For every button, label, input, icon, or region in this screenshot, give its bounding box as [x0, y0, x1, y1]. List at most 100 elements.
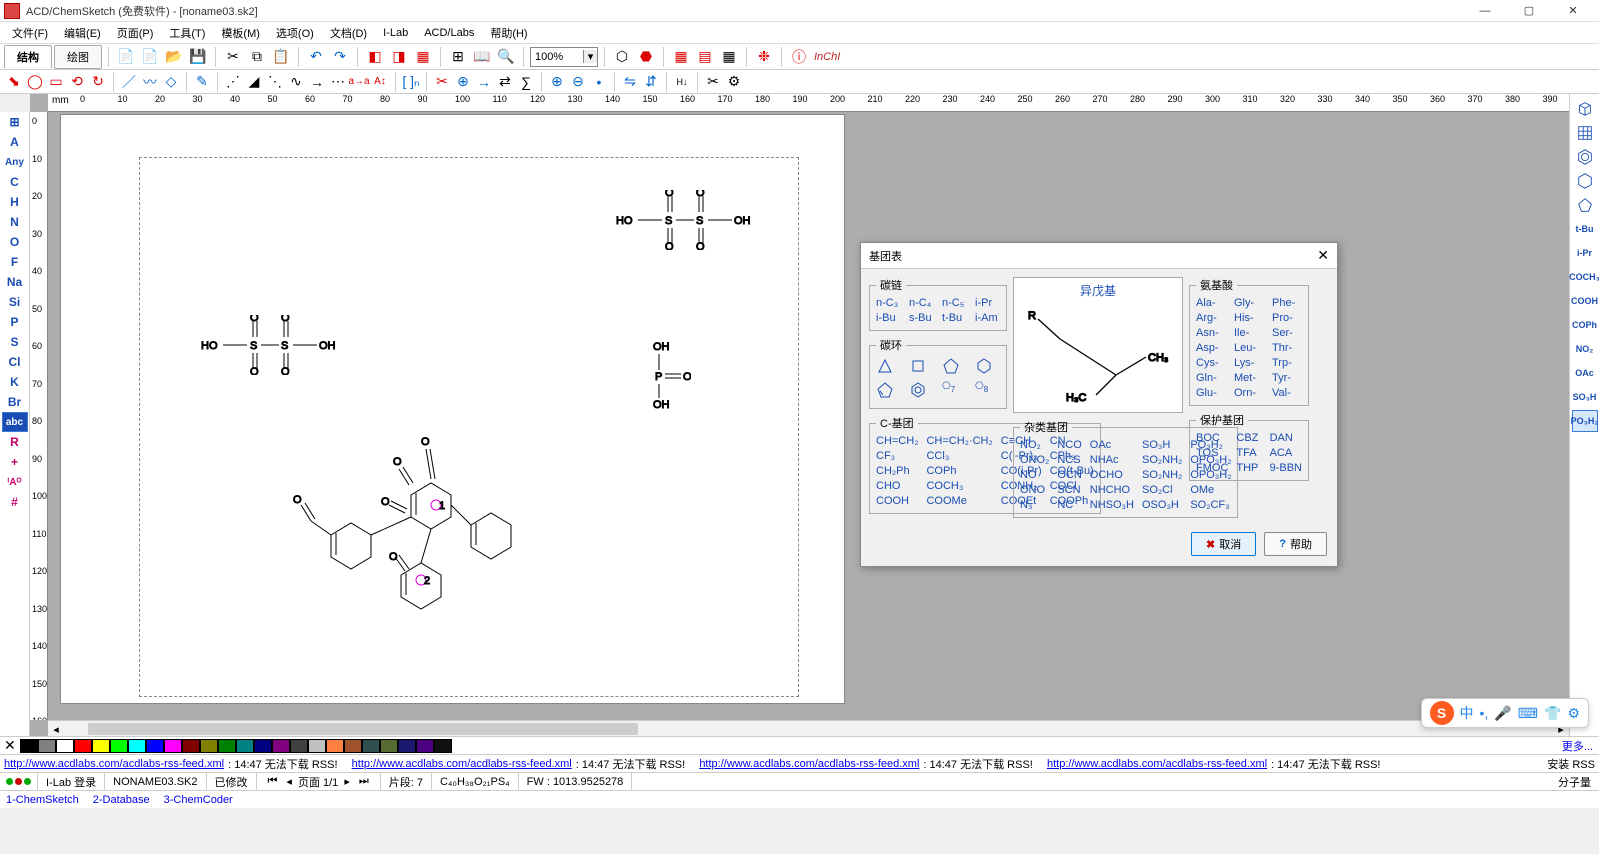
- zoom-dropdown-icon[interactable]: ▾: [583, 50, 597, 63]
- clean-icon[interactable]: ✂: [703, 72, 723, 92]
- bond-icon[interactable]: ／: [119, 72, 139, 92]
- template-coph[interactable]: COPh: [1572, 314, 1598, 336]
- color-swatch-1[interactable]: [38, 739, 56, 753]
- radical-table-icon[interactable]: ▤: [694, 46, 716, 68]
- color-swatch-6[interactable]: [128, 739, 146, 753]
- ime-bar[interactable]: S 中 •, 🎤 ⌨ 👕 ⚙: [1421, 698, 1589, 728]
- radical-icon[interactable]: •: [589, 72, 609, 92]
- palette-any[interactable]: Any: [2, 152, 28, 172]
- new-page-icon[interactable]: 📄: [139, 46, 161, 68]
- wedge-down-icon[interactable]: ⋱: [265, 72, 285, 92]
- amino-19[interactable]: Orn-: [1234, 387, 1264, 399]
- amino-5[interactable]: Pro-: [1272, 312, 1302, 324]
- scroll-thumb[interactable]: [88, 723, 638, 735]
- misc-13[interactable]: SO₂NH₂: [1142, 469, 1182, 481]
- amino-8[interactable]: Ser-: [1272, 327, 1302, 339]
- amino-12[interactable]: Cys-: [1196, 357, 1226, 369]
- chain-ibu[interactable]: i-Bu: [876, 312, 901, 324]
- misc-15[interactable]: ONO: [1020, 484, 1049, 496]
- wavy-bond-icon[interactable]: ∿: [286, 72, 306, 92]
- ring-square-icon[interactable]: [909, 357, 934, 378]
- template-cyclohexane-icon[interactable]: [1572, 170, 1598, 192]
- cgroup-9[interactable]: COPh: [926, 465, 992, 477]
- open-icon[interactable]: 📂: [163, 46, 185, 68]
- misc-20[interactable]: N₃: [1020, 499, 1049, 511]
- charge-minus-icon[interactable]: ⊖: [568, 72, 588, 92]
- calc-icon[interactable]: ∑: [516, 72, 536, 92]
- palette-h[interactable]: H: [2, 192, 28, 212]
- add-h-icon[interactable]: H↓: [672, 72, 692, 92]
- template-cooh[interactable]: COOH: [1572, 290, 1598, 312]
- ring-cyclopentadiene-icon[interactable]: [876, 381, 901, 402]
- color-swatch-21[interactable]: [398, 739, 416, 753]
- palette-si[interactable]: Si: [2, 292, 28, 312]
- protect-0[interactable]: BOC: [1196, 432, 1228, 444]
- misc-1[interactable]: NCO: [1057, 439, 1081, 451]
- misc-18[interactable]: SO₂Cl: [1142, 484, 1182, 496]
- amino-10[interactable]: Leu-: [1234, 342, 1264, 354]
- template-coch3[interactable]: COCH₃: [1572, 266, 1598, 288]
- scroll-left-icon[interactable]: ◂: [48, 721, 64, 736]
- menu-tools[interactable]: 工具(T): [161, 23, 213, 43]
- app-chemsketch[interactable]: 1-ChemSketch: [6, 794, 79, 806]
- reaction-plus-icon[interactable]: ⊕: [453, 72, 473, 92]
- misc-6[interactable]: NCS: [1057, 454, 1081, 466]
- delete-icon[interactable]: ◨: [388, 46, 410, 68]
- amino-17[interactable]: Tyr-: [1272, 372, 1302, 384]
- bracket-icon[interactable]: [ ]ₙ: [401, 72, 421, 92]
- zoom-input[interactable]: [531, 51, 583, 63]
- structure-polyaromatic[interactable]: O 1 2 O O O O: [271, 405, 541, 625]
- template-no2[interactable]: NO₂: [1572, 338, 1598, 360]
- amino-0[interactable]: Ala-: [1196, 297, 1226, 309]
- misc-8[interactable]: SO₂NH₂: [1142, 454, 1182, 466]
- atom-label-icon[interactable]: A↕: [370, 72, 390, 92]
- ring-pentagon-icon[interactable]: [942, 357, 967, 378]
- misc-5[interactable]: ONO₂: [1020, 454, 1049, 466]
- palette-c[interactable]: C: [2, 172, 28, 192]
- palette-periodic[interactable]: ⊞: [2, 112, 28, 132]
- antialiasing-icon[interactable]: ❉: [753, 46, 775, 68]
- template-po3h2[interactable]: PO₃H₂: [1572, 410, 1598, 432]
- page-last-icon[interactable]: ⏭: [356, 775, 372, 788]
- rotate3d-icon[interactable]: ⟲: [67, 72, 87, 92]
- template-benzene-icon[interactable]: [1572, 146, 1598, 168]
- color-swatch-5[interactable]: [110, 739, 128, 753]
- protect-8[interactable]: 9-BBN: [1270, 462, 1302, 474]
- ime-toolbox-icon[interactable]: ⚙: [1567, 705, 1580, 722]
- more-colors-link[interactable]: 更多...: [1562, 738, 1593, 754]
- misc-10[interactable]: NO: [1020, 469, 1049, 481]
- cgroup-0[interactable]: CH=CH₂: [876, 435, 918, 447]
- chain-sbu[interactable]: s-Bu: [909, 312, 934, 324]
- amino-1[interactable]: Gly-: [1234, 297, 1264, 309]
- cgroup-13[interactable]: COCH₃: [926, 480, 992, 492]
- dashed-bond-icon[interactable]: ⋰: [223, 72, 243, 92]
- protect-3[interactable]: TOS: [1196, 447, 1228, 459]
- color-swatch-8[interactable]: [164, 739, 182, 753]
- scissors-icon[interactable]: ✂: [432, 72, 452, 92]
- cancel-button[interactable]: ✖ 取消: [1191, 532, 1256, 556]
- amino-16[interactable]: Met-: [1234, 372, 1264, 384]
- template-oac[interactable]: OAc: [1572, 362, 1598, 384]
- ring-icon[interactable]: ◇: [161, 72, 181, 92]
- color-swatch-14[interactable]: [272, 739, 290, 753]
- misc-22[interactable]: NHSO₃H: [1090, 499, 1134, 511]
- menu-acdlabs[interactable]: ACD/Labs: [416, 25, 482, 41]
- cut-icon[interactable]: ✂: [222, 46, 244, 68]
- menu-ilab[interactable]: I-Lab: [375, 25, 416, 41]
- misc-17[interactable]: NHCHO: [1090, 484, 1134, 496]
- rss-link-3[interactable]: http://www.acdlabs.com/acdlabs-rss-feed.…: [699, 758, 919, 770]
- palette-br[interactable]: Br: [2, 392, 28, 412]
- color-swatch-16[interactable]: [308, 739, 326, 753]
- palette-hash[interactable]: #: [2, 492, 28, 512]
- ime-punct-icon[interactable]: •,: [1480, 705, 1489, 721]
- inchi-icon[interactable]: ⓘ: [788, 46, 810, 68]
- template-cyclopentane-icon[interactable]: [1572, 194, 1598, 216]
- chain-nc3[interactable]: n-C₃: [876, 297, 901, 309]
- chain-nc5[interactable]: n-C₅: [942, 297, 967, 309]
- structure-disulfuric-2[interactable]: HO O O S S O O OH: [201, 315, 356, 375]
- color-swatch-20[interactable]: [380, 739, 398, 753]
- rss-link-4[interactable]: http://www.acdlabs.com/acdlabs-rss-feed.…: [1047, 758, 1267, 770]
- misc-2[interactable]: OAc: [1090, 439, 1134, 451]
- amino-14[interactable]: Trp-: [1272, 357, 1302, 369]
- menu-edit[interactable]: 编辑(E): [56, 23, 109, 43]
